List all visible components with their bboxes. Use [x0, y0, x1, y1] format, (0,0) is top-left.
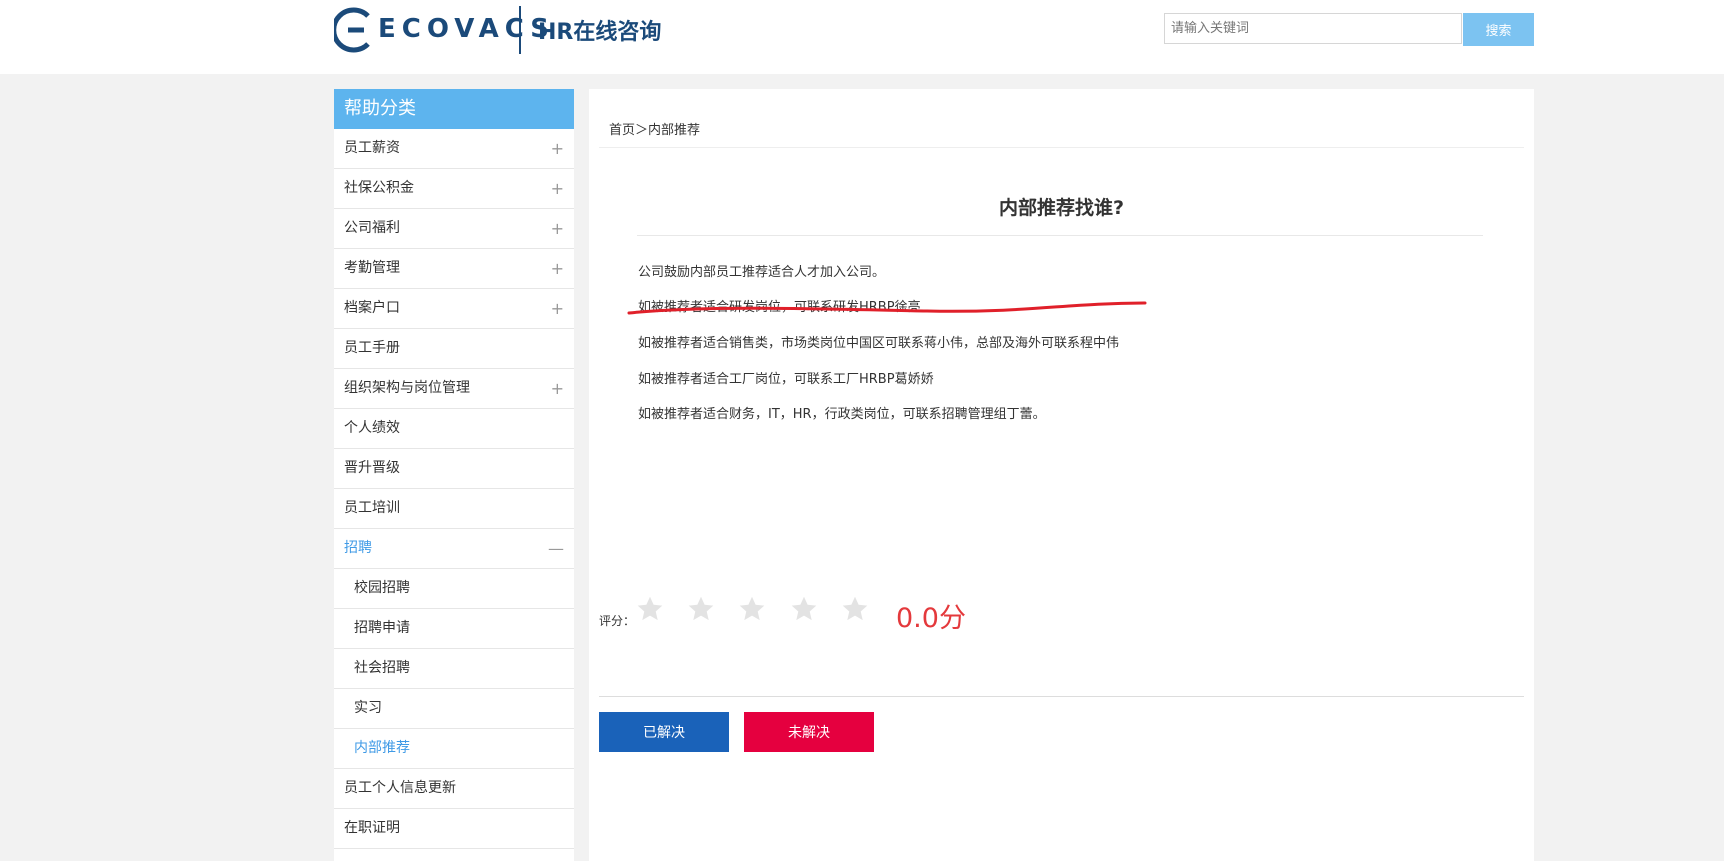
- rating-score: 0.0分: [896, 603, 966, 634]
- expand-icon[interactable]: +: [551, 369, 564, 408]
- sidebar-item-recruitment[interactable]: 招聘 —: [334, 529, 574, 569]
- divider: [637, 235, 1483, 236]
- sidebar-item-label: 社保公积金: [344, 180, 414, 196]
- sidebar-item-label: 员工薪资: [344, 140, 400, 156]
- logo-divider: [519, 6, 521, 54]
- sidebar-item-promotion[interactable]: 晋升晋级: [334, 449, 574, 489]
- sidebar-item-label: 在职证明: [344, 820, 400, 836]
- sidebar-item-label: 校园招聘: [354, 580, 410, 596]
- sidebar-item-info-update[interactable]: 员工个人信息更新: [334, 769, 574, 809]
- sidebar-item-label: 实习: [354, 700, 382, 716]
- expand-icon[interactable]: +: [551, 209, 564, 248]
- sidebar-item-label: 公司福利: [344, 220, 400, 236]
- sidebar-item-employment-certificate[interactable]: 在职证明: [334, 809, 574, 849]
- breadcrumb[interactable]: 首页＞内部推荐: [609, 119, 700, 138]
- sidebar-item-label: 档案户口: [344, 300, 400, 316]
- site-title: HR在线咨询: [538, 20, 662, 45]
- article-paragraph: 公司鼓励内部员工推荐适合人才加入公司。: [638, 265, 886, 280]
- expand-icon[interactable]: +: [551, 289, 564, 328]
- sidebar-item-label: 组织架构与岗位管理: [344, 380, 470, 396]
- rating-label: 评分：: [599, 614, 636, 628]
- star-icon[interactable]: [636, 595, 664, 623]
- star-icon[interactable]: [687, 595, 715, 623]
- sidebar-item-label: 员工培训: [344, 500, 400, 516]
- expand-icon[interactable]: +: [551, 169, 564, 208]
- sidebar-item-label: 员工手册: [344, 340, 400, 356]
- sidebar-item-label: 招聘: [344, 540, 372, 556]
- star-icon[interactable]: [790, 595, 818, 623]
- search-input[interactable]: [1164, 13, 1462, 44]
- article-panel: 首页＞内部推荐 内部推荐找谁? 公司鼓励内部员工推荐适合人才加入公司。 如被推荐…: [589, 89, 1534, 861]
- sidebar-item-performance[interactable]: 个人绩效: [334, 409, 574, 449]
- help-category-sidebar: 帮助分类 员工薪资 + 社保公积金 + 公司福利 + 考勤管理 + 档案户口 +…: [334, 89, 574, 861]
- article-paragraph: 如被推荐者适合销售类，市场类岗位中国区可联系蒋小伟，总部及海外可联系程中伟: [638, 336, 1120, 351]
- red-underline-annotation: [627, 301, 1147, 315]
- expand-icon[interactable]: +: [551, 129, 564, 168]
- article-paragraph: 如被推荐者适合财务，IT，HR，行政类岗位，可联系招聘管理组丁蕾。: [638, 407, 1046, 422]
- sidebar-subitem-internship[interactable]: 实习: [334, 689, 574, 729]
- divider: [599, 696, 1524, 697]
- sidebar-item-training[interactable]: 员工培训: [334, 489, 574, 529]
- sidebar-item-social-insurance[interactable]: 社保公积金 +: [334, 169, 574, 209]
- sidebar-item-label: 晋升晋级: [344, 460, 400, 476]
- article-paragraph: 如被推荐者适合工厂岗位，可联系工厂HRBP葛娇娇: [638, 372, 934, 387]
- sidebar-title: 帮助分类: [334, 89, 574, 129]
- article-title: 内部推荐找谁?: [998, 197, 1125, 219]
- sidebar-item-salary[interactable]: 员工薪资 +: [334, 129, 574, 169]
- star-icon[interactable]: [738, 595, 766, 623]
- sidebar-subitem-campus[interactable]: 校园招聘: [334, 569, 574, 609]
- sidebar-item-label: 员工个人信息更新: [344, 780, 456, 796]
- logo-wordmark: ECOVACS: [378, 14, 556, 44]
- sidebar-item-label: 个人绩效: [344, 420, 400, 436]
- search-button[interactable]: 搜索: [1463, 13, 1534, 46]
- sidebar-item-label: 内部推荐: [354, 740, 410, 756]
- sidebar-item-organization[interactable]: 组织架构与岗位管理 +: [334, 369, 574, 409]
- sidebar-item-label: 考勤管理: [344, 260, 400, 276]
- sidebar-item-label: 招聘申请: [354, 620, 410, 636]
- divider: [599, 147, 1524, 148]
- sidebar-item-handbook[interactable]: 员工手册: [334, 329, 574, 369]
- ecovacs-logo[interactable]: ECOVACS: [334, 4, 549, 56]
- sidebar-item-label: 社会招聘: [354, 660, 410, 676]
- sidebar-item-records[interactable]: 档案户口 +: [334, 289, 574, 329]
- solved-button[interactable]: 已解决: [599, 712, 729, 752]
- sidebar-item-benefits[interactable]: 公司福利 +: [334, 209, 574, 249]
- top-header: ECOVACS HR在线咨询 搜索: [0, 0, 1724, 74]
- sidebar-subitem-social-hiring[interactable]: 社会招聘: [334, 649, 574, 689]
- expand-icon[interactable]: +: [551, 249, 564, 288]
- sidebar-subitem-internal-referral[interactable]: 内部推荐: [334, 729, 574, 769]
- unsolved-button[interactable]: 未解决: [744, 712, 874, 752]
- sidebar-subitem-application[interactable]: 招聘申请: [334, 609, 574, 649]
- star-icon[interactable]: [841, 595, 869, 623]
- collapse-icon[interactable]: —: [548, 529, 564, 568]
- sidebar-item-attendance[interactable]: 考勤管理 +: [334, 249, 574, 289]
